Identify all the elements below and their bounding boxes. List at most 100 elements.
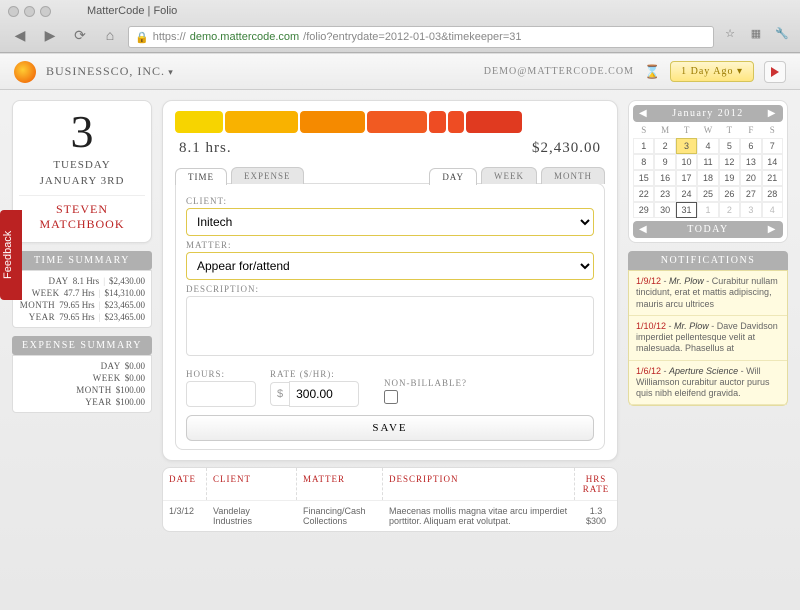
back-button[interactable]: ◀ xyxy=(8,27,32,47)
entry-card: 8.1 hrs. $2,430.00 TimeExpense DayWeekMo… xyxy=(162,100,618,461)
hour-bar[interactable] xyxy=(466,111,523,133)
today-button[interactable]: ◀ Today ▶ xyxy=(633,221,783,238)
feedback-tab[interactable]: Feedback xyxy=(0,210,22,300)
nonbillable-checkbox[interactable] xyxy=(384,390,398,404)
minimize-dot-icon[interactable] xyxy=(24,6,35,17)
calendar-day[interactable]: 3 xyxy=(740,202,761,218)
prev-month-button[interactable]: ◀ xyxy=(633,108,654,119)
calendar-day[interactable]: 1 xyxy=(697,202,718,218)
zoom-dot-icon[interactable] xyxy=(40,6,51,17)
calendar-day[interactable]: 20 xyxy=(740,170,761,186)
col-hrs-rate[interactable]: Hrs Rate xyxy=(575,468,617,500)
calendar-day[interactable]: 2 xyxy=(654,138,675,154)
calendar-day[interactable]: 17 xyxy=(676,170,697,186)
calendar-day[interactable]: 22 xyxy=(633,186,654,202)
total-hours: 8.1 hrs. xyxy=(179,140,232,157)
tab-month[interactable]: Month xyxy=(541,167,605,184)
calendar-day[interactable]: 12 xyxy=(719,154,740,170)
notification-item[interactable]: 1/6/12 - Aperture Science - Will William… xyxy=(629,361,787,406)
play-button[interactable] xyxy=(764,61,786,83)
window-controls[interactable] xyxy=(8,6,51,17)
url-protocol: https:// xyxy=(153,31,186,43)
app-logo-icon[interactable] xyxy=(14,61,36,83)
calendar-day[interactable]: 30 xyxy=(654,202,675,218)
col-date[interactable]: Date xyxy=(163,468,207,500)
calendar-day[interactable]: 2 xyxy=(719,202,740,218)
description-input[interactable] xyxy=(186,296,594,356)
hour-bar[interactable] xyxy=(300,111,365,133)
calendar-day[interactable]: 6 xyxy=(740,138,761,154)
calendar-day[interactable]: 8 xyxy=(633,154,654,170)
calendar-day[interactable]: 15 xyxy=(633,170,654,186)
notification-item[interactable]: 1/10/12 - Mr. Plow - Dave Davidson imper… xyxy=(629,316,787,361)
log-row[interactable]: 1/3/12Vandelay Industries Financing/Cash… xyxy=(163,500,617,531)
calendar-day[interactable]: 7 xyxy=(762,138,783,154)
lock-icon: 🔒 xyxy=(135,31,149,44)
col-description[interactable]: Description xyxy=(383,468,575,500)
calendar-day[interactable]: 18 xyxy=(697,170,718,186)
tab-day[interactable]: Day xyxy=(429,168,477,185)
date-card: 3 Tuesday January 3rd Steven Matchbook xyxy=(12,100,152,243)
home-button[interactable]: ⌂ xyxy=(98,27,122,47)
calendar-day[interactable]: 5 xyxy=(719,138,740,154)
close-dot-icon[interactable] xyxy=(8,6,19,17)
save-button[interactable]: Save xyxy=(186,415,594,441)
calendar-day[interactable]: 23 xyxy=(654,186,675,202)
time-ago-button[interactable]: 1 Day Ago ▾ xyxy=(670,61,754,82)
rate-input[interactable] xyxy=(289,381,359,407)
main-panel: 8.1 hrs. $2,430.00 TimeExpense DayWeekMo… xyxy=(162,100,618,600)
hour-bar[interactable] xyxy=(448,111,464,133)
client-select[interactable]: Initech xyxy=(186,208,594,236)
calendar-day[interactable]: 10 xyxy=(676,154,697,170)
calendar-day[interactable]: 4 xyxy=(762,202,783,218)
company-dropdown[interactable]: BusinessCo, Inc. xyxy=(46,64,174,79)
calendar-day[interactable]: 13 xyxy=(740,154,761,170)
calendar-day[interactable]: 9 xyxy=(654,154,675,170)
calendar-day[interactable]: 27 xyxy=(740,186,761,202)
browser-chrome: MatterCode | Folio ◀ ▶ ⟳ ⌂ 🔒 https://dem… xyxy=(0,0,800,53)
calendar-header: ◀ January 2012 ▶ xyxy=(633,105,783,122)
calendar-day[interactable]: 21 xyxy=(762,170,783,186)
next-month-button[interactable]: ▶ xyxy=(762,108,783,119)
calendar-day[interactable]: 14 xyxy=(762,154,783,170)
extension-icon[interactable]: ▦ xyxy=(746,27,766,47)
calendar-day[interactable]: 19 xyxy=(719,170,740,186)
calendar-day[interactable]: 29 xyxy=(633,202,654,218)
forward-button[interactable]: ▶ xyxy=(38,27,62,47)
calendar-day[interactable]: 1 xyxy=(633,138,654,154)
hourglass-icon[interactable]: ⌛ xyxy=(644,64,660,80)
hour-bar[interactable] xyxy=(367,111,428,133)
hour-bar[interactable] xyxy=(429,111,445,133)
tab-expense[interactable]: Expense xyxy=(231,167,304,184)
expense-summary-header: Expense Summary xyxy=(12,336,152,355)
hour-bar[interactable] xyxy=(175,111,223,133)
reload-button[interactable]: ⟳ xyxy=(68,27,92,47)
tab-title[interactable]: MatterCode | Folio xyxy=(87,5,177,17)
hour-bar[interactable] xyxy=(225,111,298,133)
calendar-day[interactable]: 28 xyxy=(762,186,783,202)
calendar-day[interactable]: 25 xyxy=(697,186,718,202)
calendar-day[interactable]: 11 xyxy=(697,154,718,170)
tab-week[interactable]: Week xyxy=(481,167,537,184)
matter-select[interactable]: Appear for/attend xyxy=(186,252,594,280)
expense-summary-row: Year$100.00 xyxy=(19,396,145,408)
col-client[interactable]: Client xyxy=(207,468,297,500)
hours-input[interactable] xyxy=(186,381,256,407)
calendar-day[interactable]: 16 xyxy=(654,170,675,186)
url-bar[interactable]: 🔒 https://demo.mattercode.com/folio?entr… xyxy=(128,26,714,48)
calendar-day[interactable]: 4 xyxy=(697,138,718,154)
bookmark-icon[interactable]: ☆ xyxy=(720,27,740,47)
wrench-icon[interactable]: 🔧 xyxy=(772,27,792,47)
col-matter[interactable]: Matter xyxy=(297,468,383,500)
calendar-day[interactable]: 31 xyxy=(676,202,697,218)
tab-time[interactable]: Time xyxy=(175,168,227,185)
currency-symbol: $ xyxy=(270,382,289,406)
dow-label: F xyxy=(740,122,761,138)
calendar-day[interactable]: 3 xyxy=(676,138,697,154)
timekeeper-first: Steven xyxy=(19,202,145,217)
notification-item[interactable]: 1/9/12 - Mr. Plow - Curabitur nullam tin… xyxy=(629,271,787,316)
time-summary-rows: Day8.1 Hrs|$2,430.00Week47.7 Hrs|$14,310… xyxy=(12,270,152,328)
user-email[interactable]: demo@mattercode.com xyxy=(484,66,634,77)
calendar-day[interactable]: 24 xyxy=(676,186,697,202)
calendar-day[interactable]: 26 xyxy=(719,186,740,202)
